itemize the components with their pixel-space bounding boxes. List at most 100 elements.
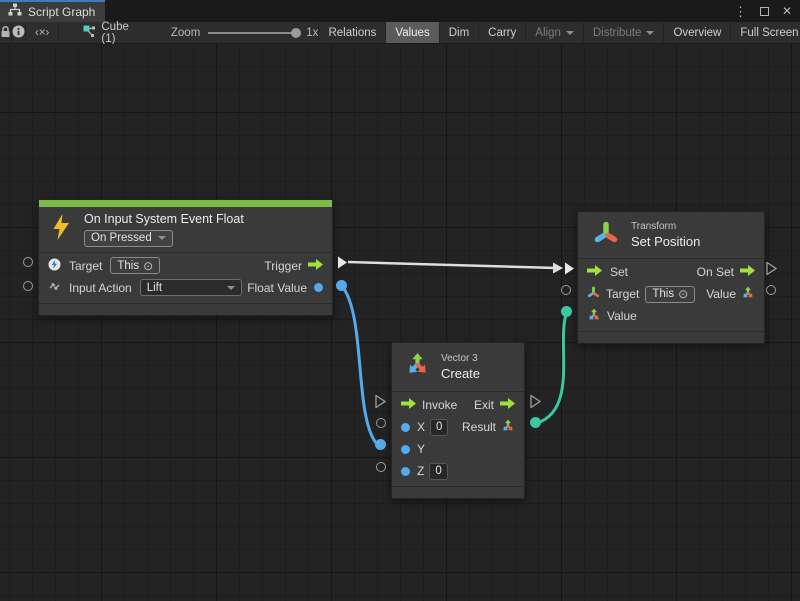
script-graph-window: Script Graph ⋮ ✕ (0, 0, 800, 601)
port-transform-set-in[interactable] (564, 262, 575, 275)
window-close-icon[interactable]: ✕ (782, 5, 792, 17)
tab-title: Script Graph (28, 5, 95, 19)
vector3-mini-icon (587, 308, 601, 325)
port-vector3-x-in[interactable] (376, 418, 386, 428)
relations-button[interactable]: Relations (318, 22, 386, 43)
info-button[interactable] (12, 22, 26, 43)
transform-icon (593, 220, 619, 251)
port-transform-value-out[interactable] (766, 285, 776, 295)
y-label: Y (417, 442, 425, 456)
port-transform-target-in[interactable] (561, 285, 571, 295)
z-value-field[interactable]: 0 (429, 463, 447, 480)
values-button[interactable]: Values (386, 22, 439, 43)
port-vector3-invoke-in[interactable] (375, 395, 386, 408)
node-footer (578, 331, 764, 343)
port-event-target-in[interactable] (23, 257, 33, 267)
event-accent-bar (39, 200, 332, 207)
value-port-icon (401, 423, 410, 432)
port-vector3-z-in[interactable] (376, 462, 386, 472)
vector3-y-row: Y (392, 438, 524, 460)
tab-bar: Script Graph ⋮ ✕ (0, 0, 800, 22)
port-event-action-in[interactable] (23, 281, 33, 291)
node-on-input-system-event-float[interactable]: On Input System Event Float On Pressed (38, 199, 333, 316)
port-vector3-exit-out[interactable] (530, 395, 541, 408)
input-system-icon (48, 258, 61, 274)
node-transform-set-position[interactable]: Transform Set Position Set On Set (577, 211, 765, 344)
port-transform-onset-out[interactable] (766, 262, 777, 275)
info-icon (12, 25, 25, 41)
chevron-down-icon (646, 31, 654, 35)
value-port-icon (401, 467, 410, 476)
wire-floatvalue-to-y[interactable] (342, 286, 376, 443)
transform-set-row: Set On Set (578, 261, 764, 283)
vector3-z-row: Z 0 (392, 460, 524, 482)
z-label: Z (417, 464, 424, 478)
wire-result-to-value[interactable] (537, 315, 566, 423)
window-maximize-icon[interactable] (760, 7, 769, 16)
transform-value-row: Value (578, 305, 764, 327)
port-vector3-result-out[interactable] (530, 417, 541, 428)
node-title: On Input System Event Float (84, 212, 244, 226)
tab-script-graph[interactable]: Script Graph (0, 0, 105, 22)
set-label: Set (610, 265, 628, 279)
graph-toolbar: ‹×› Cube (1) Zoom 1x Relations Values (0, 22, 800, 44)
object-picker-icon[interactable]: ⊙ (143, 259, 153, 273)
on-set-label: On Set (697, 265, 734, 279)
flow-arrow-icon (401, 398, 416, 412)
input-action-dropdown[interactable]: Lift (140, 279, 242, 296)
event-mode-dropdown[interactable]: On Pressed (84, 230, 173, 247)
transform-target-chip[interactable]: This ⊙ (645, 286, 695, 303)
port-vector3-y-in[interactable] (375, 439, 386, 450)
overview-button[interactable]: Overview (664, 22, 731, 43)
dim-button[interactable]: Dim (440, 22, 479, 43)
window-menu-icon[interactable]: ⋮ (734, 5, 747, 18)
zoom-slider-handle[interactable] (291, 28, 301, 38)
node-footer (392, 486, 524, 498)
node-category: Transform (631, 221, 700, 232)
x-value-field[interactable]: 0 (430, 419, 448, 436)
lock-button[interactable] (0, 22, 12, 43)
graph-breadcrumb[interactable]: Cube (1) (59, 22, 129, 43)
graph-name-label: Cube (1) (101, 21, 129, 45)
align-button[interactable]: Align (526, 22, 584, 43)
node-category: Vector 3 (441, 353, 480, 364)
zoom-control: Zoom 1x (171, 22, 319, 43)
vector3-x-row: X 0 Result (392, 416, 524, 438)
port-event-trigger-out[interactable] (337, 256, 348, 269)
carry-button[interactable]: Carry (479, 22, 526, 43)
event-target-chip[interactable]: This ⊙ (110, 257, 160, 274)
input-action-icon (48, 280, 61, 296)
script-graph-asset-icon (83, 25, 96, 41)
port-event-floatvalue-out[interactable] (336, 280, 347, 291)
result-label: Result (462, 420, 496, 434)
node-title: Set Position (631, 234, 700, 249)
target-label: Target (69, 259, 102, 273)
event-target-row: Target This ⊙ Trigger (39, 255, 332, 277)
invoke-label: Invoke (422, 398, 457, 412)
full-screen-button[interactable]: Full Screen (731, 22, 800, 43)
flow-arrow-icon (587, 265, 602, 279)
wire-trigger-to-set[interactable] (348, 262, 556, 268)
code-icon: ‹×› (35, 27, 49, 39)
node-vector3-create[interactable]: Vector 3 Create Invoke Exit (391, 342, 525, 499)
port-transform-value-in[interactable] (561, 306, 572, 317)
lightning-bolt-icon (52, 214, 71, 245)
float-value-label: Float Value (247, 281, 307, 295)
graph-tab-icon (8, 3, 22, 21)
vector3-icon (405, 352, 430, 382)
code-preview-button[interactable]: ‹×› (26, 22, 59, 43)
zoom-value: 1x (306, 27, 318, 39)
flow-arrow-icon (500, 398, 515, 412)
chevron-down-icon (227, 286, 235, 290)
zoom-label: Zoom (171, 27, 200, 39)
input-action-label: Input Action (69, 281, 132, 295)
object-picker-icon[interactable]: ⊙ (678, 287, 688, 301)
wire-arrowhead (553, 263, 563, 274)
lock-icon (0, 25, 11, 41)
value-in-label: Value (607, 309, 637, 323)
vector3-invoke-row: Invoke Exit (392, 394, 524, 416)
graph-canvas[interactable]: On Input System Event Float On Pressed (0, 44, 800, 601)
node-title: Create (441, 366, 480, 381)
zoom-slider[interactable] (208, 32, 298, 34)
distribute-button[interactable]: Distribute (584, 22, 665, 43)
